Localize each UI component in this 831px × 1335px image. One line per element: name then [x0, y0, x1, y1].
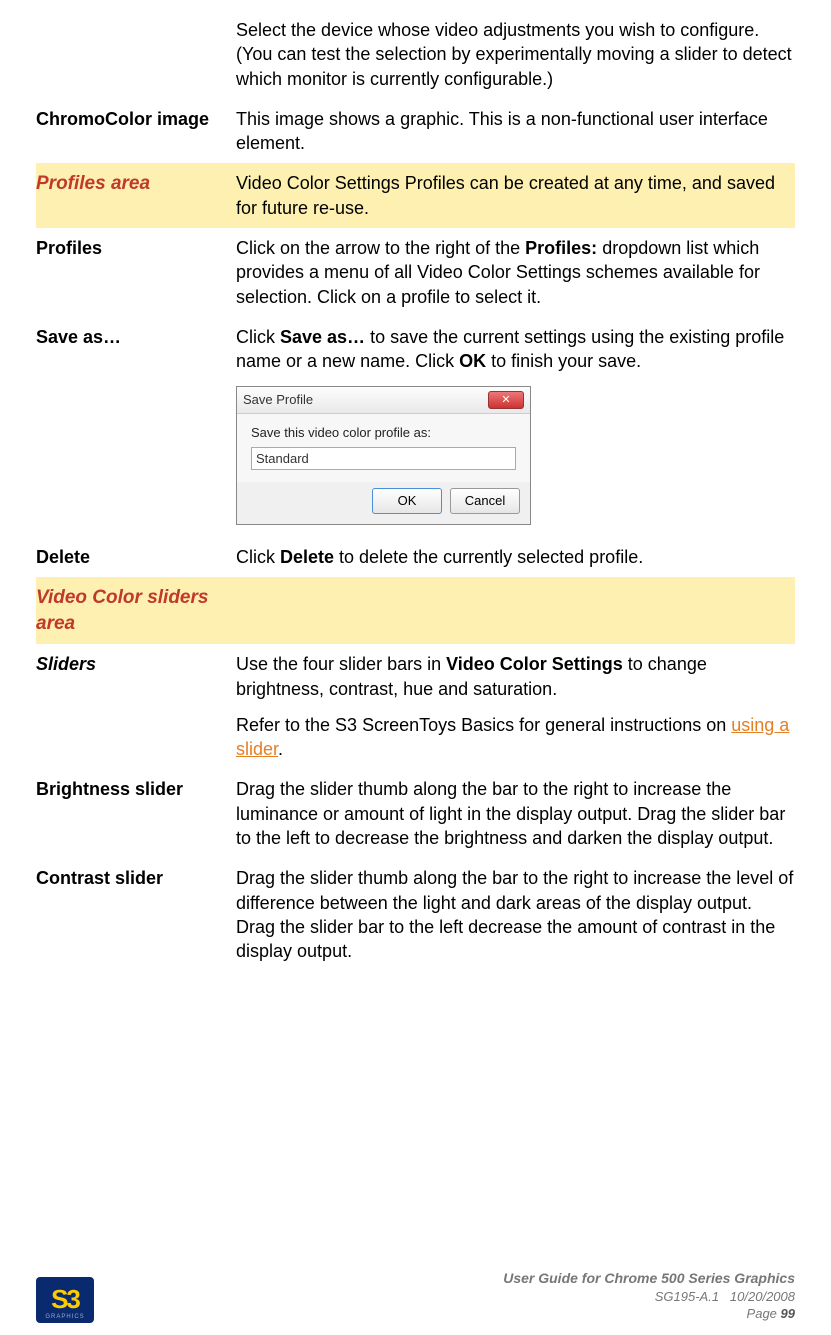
footer-meta: User Guide for Chrome 500 Series Graphic…: [503, 1269, 795, 1323]
text: .: [278, 739, 283, 759]
profiles-label: Profiles: [36, 236, 236, 309]
profiles-area-label: Profiles area: [36, 171, 236, 220]
footer-date: 10/20/2008: [730, 1289, 795, 1304]
contrast-desc: Drag the slider thumb along the bar to t…: [236, 866, 795, 963]
row-profiles: Profiles Click on the arrow to the right…: [36, 228, 795, 317]
save-profile-dialog: Save Profile ✕ Save this video color pro…: [236, 386, 531, 525]
dialog-title: Save Profile: [243, 391, 313, 409]
dialog-buttons: OK Cancel: [237, 482, 530, 524]
contrast-label: Contrast slider: [36, 866, 236, 963]
row-brightness: Brightness slider Drag the slider thumb …: [36, 769, 795, 858]
logo-subtext: GRAPHICS: [45, 1313, 84, 1321]
text: Click: [236, 327, 280, 347]
bold-vcs: Video Color Settings: [446, 654, 623, 674]
delete-desc: Click Delete to delete the currently sel…: [236, 545, 795, 569]
intro-label: [36, 18, 236, 91]
sliders-label: Sliders: [36, 652, 236, 761]
sliders-desc: Use the four slider bars in Video Color …: [236, 652, 795, 761]
dialog-titlebar: Save Profile ✕: [237, 387, 530, 414]
dialog-body: Save this video color profile as:: [237, 414, 530, 483]
saveas-label: Save as…: [36, 325, 236, 529]
footer-page: Page 99: [503, 1305, 795, 1323]
profile-name-input[interactable]: [251, 447, 516, 470]
footer-title: User Guide for Chrome 500 Series Graphic…: [503, 1269, 795, 1288]
sliders-area-label: Video Color sliders area: [36, 585, 236, 636]
cancel-button[interactable]: Cancel: [450, 488, 520, 514]
row-profiles-area: Profiles area Video Color Settings Profi…: [36, 163, 795, 228]
s3-logo: S3 GRAPHICS: [36, 1277, 94, 1323]
text: to finish your save.: [486, 351, 641, 371]
dialog-prompt: Save this video color profile as:: [251, 424, 516, 442]
intro-desc: Select the device whose video adjustment…: [236, 18, 795, 91]
brightness-desc: Drag the slider thumb along the bar to t…: [236, 777, 795, 850]
row-sliders: Sliders Use the four slider bars in Vide…: [36, 644, 795, 769]
page-footer: S3 GRAPHICS User Guide for Chrome 500 Se…: [36, 1269, 795, 1323]
row-delete: Delete Click Delete to delete the curren…: [36, 537, 795, 577]
profiles-area-desc: Video Color Settings Profiles can be cre…: [236, 171, 795, 220]
chromo-desc: This image shows a graphic. This is a no…: [236, 107, 795, 156]
row-sliders-area: Video Color sliders area: [36, 577, 795, 644]
bold-profiles: Profiles:: [525, 238, 597, 258]
text: Refer to the S3 ScreenToys Basics for ge…: [236, 715, 731, 735]
row-intro: Select the device whose video adjustment…: [36, 10, 795, 99]
text: Click on the arrow to the right of the: [236, 238, 525, 258]
profiles-desc: Click on the arrow to the right of the P…: [236, 236, 795, 309]
footer-docid: SG195-A.1: [655, 1289, 719, 1304]
row-saveas: Save as… Click Save as… to save the curr…: [36, 317, 795, 537]
bold-saveas: Save as…: [280, 327, 365, 347]
page-label: Page: [747, 1306, 781, 1321]
text: to delete the currently selected profile…: [334, 547, 643, 567]
row-chromo: ChromoColor image This image shows a gra…: [36, 99, 795, 164]
bold-delete: Delete: [280, 547, 334, 567]
bold-ok: OK: [459, 351, 486, 371]
close-icon[interactable]: ✕: [488, 391, 524, 409]
saveas-desc: Click Save as… to save the current setti…: [236, 325, 795, 529]
row-contrast: Contrast slider Drag the slider thumb al…: [36, 858, 795, 971]
chromo-label: ChromoColor image: [36, 107, 236, 156]
sliders-area-desc: [236, 585, 795, 636]
delete-label: Delete: [36, 545, 236, 569]
text: Use the four slider bars in: [236, 654, 446, 674]
ok-button[interactable]: OK: [372, 488, 442, 514]
page-number: 99: [781, 1306, 795, 1321]
brightness-label: Brightness slider: [36, 777, 236, 850]
footer-docinfo: SG195-A.1 10/20/2008: [503, 1288, 795, 1306]
text: Click: [236, 547, 280, 567]
